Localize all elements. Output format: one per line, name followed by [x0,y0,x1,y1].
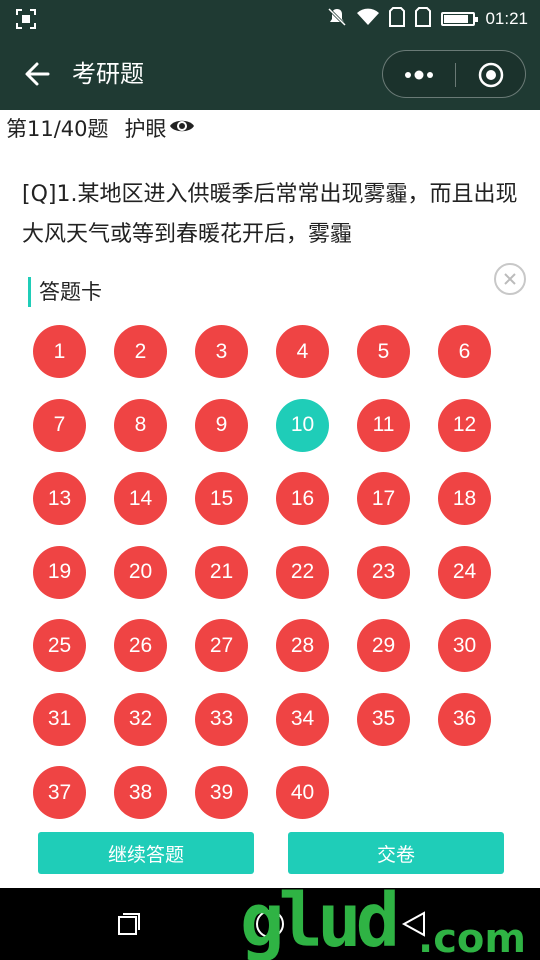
eye-icon [169,116,195,140]
question-number-1[interactable]: 1 [33,325,86,378]
question-number-28[interactable]: 28 [276,619,329,672]
question-number-27[interactable]: 27 [195,619,248,672]
question-number-24[interactable]: 24 [438,545,491,599]
question-number-37[interactable]: 37 [33,766,86,819]
submit-exam-button[interactable]: 交卷 [288,832,504,874]
page-title: 考研题 [72,60,144,88]
question-header: 第11/40题 护眼 [6,112,195,144]
question-number-9[interactable]: 9 [195,398,248,452]
question-number-31[interactable]: 31 [33,692,86,746]
question-counter: 第11/40题 [6,117,109,141]
question-number-17[interactable]: 17 [357,472,410,525]
question-number-32[interactable]: 32 [114,692,167,746]
question-number-40[interactable]: 40 [276,766,329,819]
question-number-18[interactable]: 18 [438,472,491,525]
question-number-8[interactable]: 8 [114,398,167,452]
watermark-suffix: .com [418,916,527,960]
screenshot-icon [16,9,36,29]
question-number-15[interactable]: 15 [195,472,248,525]
question-number-38[interactable]: 38 [114,766,167,819]
more-options-icon[interactable] [383,51,455,99]
sim2-icon [415,7,432,31]
sim1-icon [389,7,406,31]
status-bar: 01:21 [0,0,540,38]
question-number-25[interactable]: 25 [33,619,86,672]
answer-card-sheet: 答题卡 1 2 3 4 5 6 7 8 9 10 11 12 13 14 15 16 17 18 19 20 21 22 2… [0,249,540,888]
answer-card-title: 答题卡 [28,277,102,307]
eye-care-label: 护眼 [124,117,167,141]
question-number-23[interactable]: 23 [357,545,410,599]
eye-care-toggle[interactable]: 护眼 [125,113,195,143]
question-number-39[interactable]: 39 [195,766,248,819]
back-arrow-icon[interactable] [20,56,56,92]
question-number-11[interactable]: 11 [357,398,410,452]
question-number-6[interactable]: 6 [438,325,491,378]
question-number-13[interactable]: 13 [33,472,86,525]
question-number-34[interactable]: 34 [276,692,329,746]
question-number-5[interactable]: 5 [357,325,410,378]
question-number-19[interactable]: 19 [33,545,86,599]
watermark-logo: glud .com [240,884,540,960]
question-text: [Q]1.某地区进入供暖季后常常出现雾霾，而且出现大风天气或等到春暖花开后，雾霾 [22,182,518,247]
question-number-35[interactable]: 35 [357,692,410,746]
question-number-36[interactable]: 36 [438,692,491,746]
question-number-4[interactable]: 4 [276,325,329,378]
notifications-muted-icon [327,7,347,31]
question-number-29[interactable]: 29 [357,619,410,672]
question-number-7[interactable]: 7 [33,398,86,452]
question-number-16[interactable]: 16 [276,472,329,525]
nav-bar: 考研题 [0,38,540,110]
question-number-2[interactable]: 2 [114,325,167,378]
question-number-21[interactable]: 21 [195,545,248,599]
mini-program-capsule [382,50,526,98]
recent-apps-icon[interactable] [117,912,141,936]
question-number-20[interactable]: 20 [114,545,167,599]
question-number-30[interactable]: 30 [438,619,491,672]
question-number-26[interactable]: 26 [114,619,167,672]
question-number-33[interactable]: 33 [195,692,248,746]
battery-icon [441,12,479,26]
question-number-14[interactable]: 14 [114,472,167,525]
question-number-12[interactable]: 12 [438,398,491,452]
close-icon[interactable] [494,263,526,295]
question-number-22[interactable]: 22 [276,545,329,599]
status-time: 01:21 [485,9,528,28]
watermark-main: glud [240,878,400,960]
close-mini-program-icon[interactable] [455,51,527,99]
question-number-3[interactable]: 3 [195,325,248,378]
question-number-10[interactable]: 10 [276,398,329,452]
wifi-icon [357,8,380,30]
continue-answering-button[interactable]: 继续答题 [38,832,254,874]
